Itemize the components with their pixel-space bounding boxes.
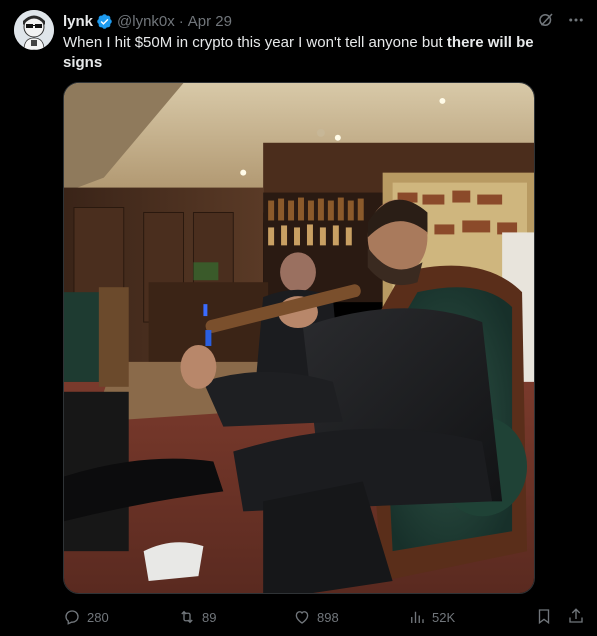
views-icon <box>408 608 426 626</box>
grok-icon[interactable] <box>537 11 555 29</box>
verified-badge-icon <box>96 13 113 30</box>
reply-button[interactable]: 280 <box>63 608 178 626</box>
tweet-text-plain: When I hit $50M in crypto this year I wo… <box>63 34 447 51</box>
action-bar-right <box>535 607 585 628</box>
tweet-text: When I hit $50M in crypto this year I wo… <box>63 33 573 73</box>
bookmark-icon[interactable] <box>535 607 553 628</box>
action-bar: 280 89 898 52K <box>63 606 585 628</box>
retweet-icon <box>178 608 196 626</box>
tweet-photo[interactable] <box>63 82 535 594</box>
handle[interactable]: @lynk0x <box>117 13 175 30</box>
views-button[interactable]: 52K <box>408 608 523 626</box>
header-actions <box>537 11 585 29</box>
separator-dot: · <box>178 12 184 30</box>
share-icon[interactable] <box>567 607 585 628</box>
avatar[interactable] <box>14 10 54 50</box>
tweet[interactable]: lynk @lynk0x · Apr 29 When I hit $50M in… <box>0 0 597 636</box>
retweet-button[interactable]: 89 <box>178 608 293 626</box>
like-count: 898 <box>317 609 339 625</box>
views-count: 52K <box>432 609 456 625</box>
tweet-header: lynk @lynk0x · Apr 29 <box>63 11 585 31</box>
avatar-image <box>14 10 54 50</box>
tweet-date[interactable]: Apr 29 <box>188 13 232 30</box>
reply-icon <box>63 608 81 626</box>
heart-icon <box>293 608 311 626</box>
like-button[interactable]: 898 <box>293 608 408 626</box>
photo-image <box>64 83 534 593</box>
retweet-count: 89 <box>202 609 217 625</box>
reply-count: 280 <box>87 609 109 625</box>
display-name[interactable]: lynk <box>63 13 93 30</box>
more-icon[interactable] <box>567 11 585 29</box>
